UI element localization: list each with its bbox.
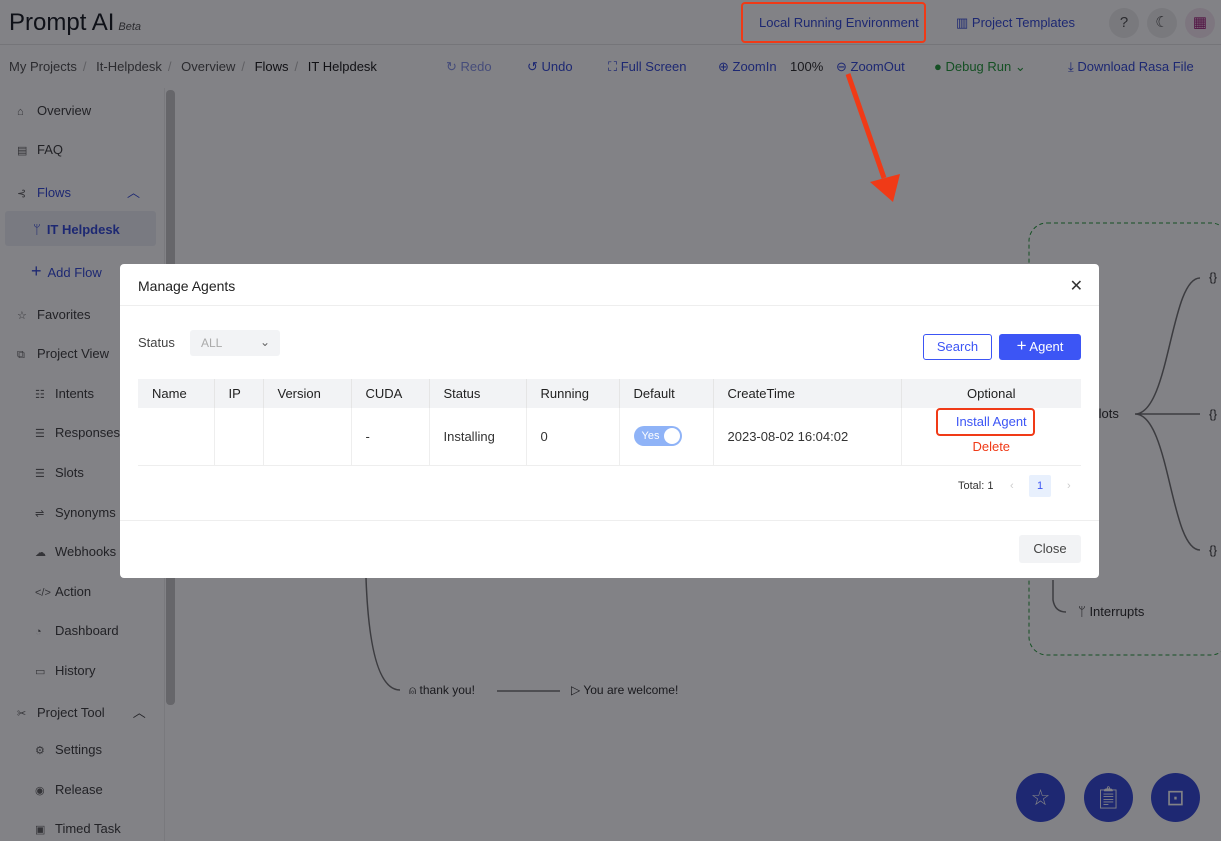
col-running: Running bbox=[526, 379, 620, 408]
col-status: Status bbox=[429, 379, 527, 408]
modal-footer-divider bbox=[120, 520, 1099, 521]
cell-version bbox=[263, 408, 352, 466]
highlight-annotation bbox=[741, 2, 926, 43]
highlight-annotation bbox=[936, 408, 1035, 436]
modal-title: Manage Agents bbox=[120, 264, 1099, 306]
cell-status: Installing bbox=[429, 408, 527, 466]
col-name: Name bbox=[138, 379, 215, 408]
cell-default: Yes bbox=[619, 408, 714, 466]
manage-agents-modal: Manage Agents ✕ Status ALL ⌄ Search + Age… bbox=[120, 264, 1099, 578]
next-page-button[interactable]: › bbox=[1067, 480, 1071, 492]
delete-link[interactable]: Delete bbox=[916, 439, 1068, 454]
cell-cuda: - bbox=[351, 408, 430, 466]
cell-name bbox=[138, 408, 215, 466]
chevron-down-icon: ⌄ bbox=[259, 335, 270, 349]
close-button[interactable]: Close bbox=[1019, 535, 1081, 563]
cell-ip bbox=[214, 408, 264, 466]
plus-icon: + bbox=[1016, 336, 1027, 355]
col-ip: IP bbox=[214, 379, 264, 408]
col-cuda: CUDA bbox=[351, 379, 430, 408]
col-default: Default bbox=[619, 379, 714, 408]
cell-createtime: 2023-08-02 16:04:02 bbox=[713, 408, 902, 466]
cell-running: 0 bbox=[526, 408, 620, 466]
col-optional: Optional bbox=[901, 379, 1081, 408]
default-toggle[interactable]: Yes bbox=[633, 426, 682, 447]
col-version: Version bbox=[263, 379, 352, 408]
prev-page-button[interactable]: ‹ bbox=[1010, 480, 1014, 492]
add-agent-button[interactable]: + Agent bbox=[999, 334, 1081, 360]
page-1-button[interactable]: 1 bbox=[1029, 475, 1051, 497]
status-select[interactable]: ALL ⌄ bbox=[190, 330, 280, 356]
col-createtime: CreateTime bbox=[713, 379, 902, 408]
total-count: Total: 1 bbox=[958, 480, 994, 492]
close-icon[interactable]: ✕ bbox=[1070, 276, 1083, 296]
table-header: Name IP Version CUDA Status Running Defa… bbox=[138, 379, 1081, 408]
status-label: Status bbox=[138, 335, 175, 350]
search-button[interactable]: Search bbox=[923, 334, 992, 360]
